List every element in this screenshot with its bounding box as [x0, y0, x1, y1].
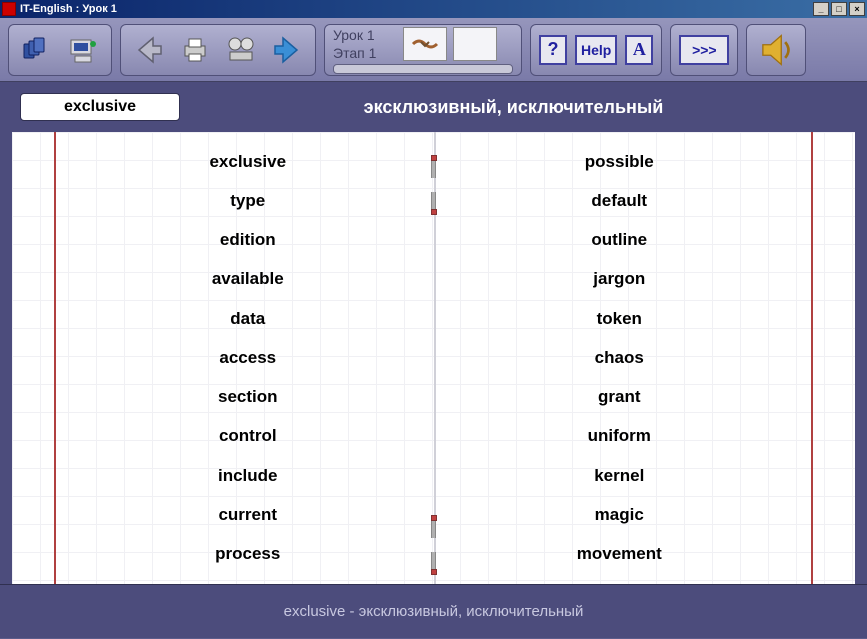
toolbar-group-help: ? Help A	[530, 24, 662, 76]
word-left[interactable]: process	[62, 535, 434, 574]
word-left[interactable]: access	[62, 338, 434, 377]
skip-button[interactable]: >>>	[679, 35, 729, 65]
content-wrap: exclusive type edition available data ac…	[0, 132, 867, 584]
current-translation: эксклюзивный, исключительный	[180, 97, 847, 118]
lesson-line1: Урок 1	[333, 26, 397, 44]
word-right[interactable]: default	[434, 181, 806, 220]
divider-tick	[430, 518, 438, 540]
progress-bar[interactable]	[333, 64, 513, 74]
toolbar: Урок 1 Этап 1 ? Help A >>>	[0, 18, 867, 82]
word-right[interactable]: uniform	[434, 417, 806, 456]
word-right[interactable]: token	[434, 299, 806, 338]
word-left[interactable]: current	[62, 495, 434, 534]
toolbar-group-nav	[120, 24, 316, 76]
word-right[interactable]: chaos	[434, 338, 806, 377]
word-left[interactable]: data	[62, 299, 434, 338]
lesson-line2: Этап 1	[333, 44, 397, 62]
word-right[interactable]: kernel	[434, 456, 806, 495]
toolbar-group-sound	[746, 24, 806, 76]
handshake-icon[interactable]	[403, 27, 447, 61]
lesson-label: Урок 1 Этап 1	[333, 26, 397, 62]
divider-tick	[430, 550, 438, 572]
word-left[interactable]: available	[62, 260, 434, 299]
titlebar: IT-English : Урок 1 _ □ ×	[0, 0, 867, 18]
left-column: exclusive type edition available data ac…	[62, 142, 434, 574]
current-word-box: exclusive	[20, 93, 180, 121]
word-left[interactable]: section	[62, 378, 434, 417]
word-right[interactable]: jargon	[434, 260, 806, 299]
footer: exclusive - эксклюзивный, исключительный	[0, 584, 867, 638]
word-right[interactable]: grant	[434, 378, 806, 417]
right-column: possible default outline jargon token ch…	[434, 142, 806, 574]
word-grid: exclusive type edition available data ac…	[12, 132, 855, 584]
divider-tick	[430, 158, 438, 180]
word-left[interactable]: control	[62, 417, 434, 456]
back-arrow-icon[interactable]	[129, 30, 169, 70]
app-icon	[2, 2, 16, 16]
forward-arrow-icon[interactable]	[267, 30, 307, 70]
word-right[interactable]: magic	[434, 495, 806, 534]
word-left[interactable]: edition	[62, 221, 434, 260]
margin-line-right	[811, 132, 813, 584]
footer-text: exclusive - эксклюзивный, исключительный	[284, 603, 584, 620]
toolbar-group-lesson: Урок 1 Этап 1	[324, 24, 522, 76]
word-right[interactable]: possible	[434, 142, 806, 181]
word-left[interactable]: exclusive	[62, 142, 434, 181]
library-icon[interactable]	[17, 30, 57, 70]
header-strip: exclusive эксклюзивный, исключительный	[0, 82, 867, 132]
window-title: IT-English : Урок 1	[20, 3, 811, 15]
divider-tick	[430, 190, 438, 212]
word-left[interactable]: include	[62, 456, 434, 495]
font-button[interactable]: A	[625, 35, 653, 65]
toolbar-group-files	[8, 24, 112, 76]
lesson-blank-slot	[453, 27, 497, 61]
margin-line-left	[54, 132, 56, 584]
help-question-button[interactable]: ?	[539, 35, 567, 65]
help-button[interactable]: Help	[575, 35, 617, 65]
word-left[interactable]: type	[62, 181, 434, 220]
print-icon[interactable]	[175, 30, 215, 70]
close-button[interactable]: ×	[849, 2, 865, 16]
reels-icon[interactable]	[221, 30, 261, 70]
word-right[interactable]: movement	[434, 535, 806, 574]
maximize-button[interactable]: □	[831, 2, 847, 16]
word-right[interactable]: outline	[434, 221, 806, 260]
toolbar-group-skip: >>>	[670, 24, 738, 76]
minimize-button[interactable]: _	[813, 2, 829, 16]
speaker-icon[interactable]	[755, 29, 797, 71]
computer-icon[interactable]	[63, 30, 103, 70]
